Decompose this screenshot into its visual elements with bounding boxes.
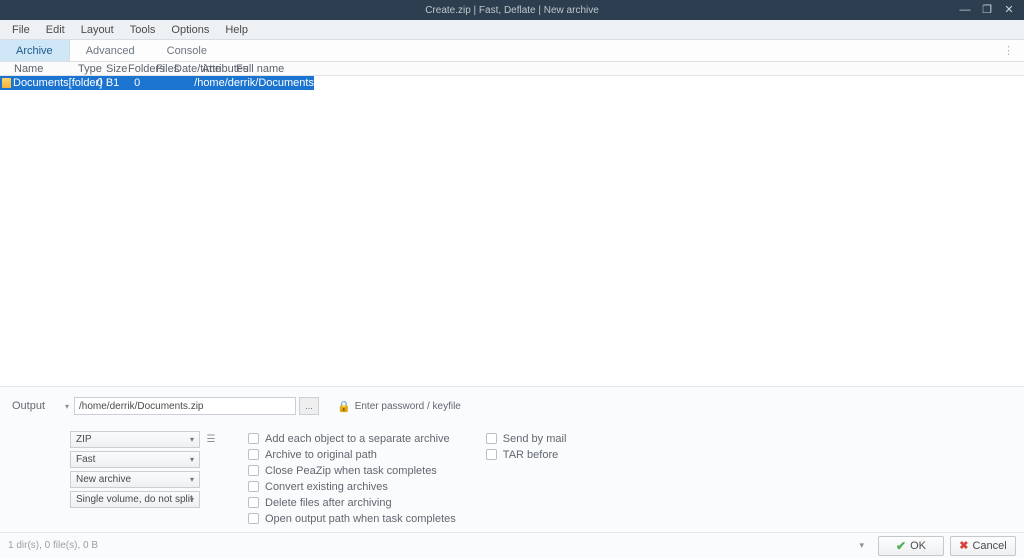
- format-controls: ZIP ☰ Fast New archive Single volume, do…: [70, 431, 218, 526]
- chk-send-by-mail[interactable]: Send by mail: [486, 431, 567, 446]
- chk-convert-existing[interactable]: Convert existing archives: [248, 479, 456, 494]
- tab-advanced[interactable]: Advanced: [70, 40, 151, 61]
- table-row[interactable]: Documents [folder] 0 B 1 0 /home/derrik/…: [0, 76, 314, 90]
- maximize-icon[interactable]: ❐: [980, 0, 994, 20]
- output-path-field[interactable]: /home/derrik/Documents.zip: [74, 397, 296, 415]
- col-folders[interactable]: Folders: [128, 63, 156, 75]
- col-fullname[interactable]: Full name: [236, 63, 1024, 75]
- menu-tools[interactable]: Tools: [122, 24, 164, 36]
- cell-folders: 1: [113, 77, 134, 89]
- format-filters-icon[interactable]: ☰: [204, 431, 218, 448]
- col-name[interactable]: Name: [14, 63, 78, 75]
- check-icon: ✔: [896, 539, 906, 553]
- close-icon[interactable]: ✕: [1002, 0, 1016, 20]
- password-label[interactable]: Enter password / keyfile: [355, 401, 461, 412]
- chk-original-path[interactable]: Archive to original path: [248, 447, 456, 462]
- output-dropdown-icon[interactable]: ▾: [60, 402, 74, 411]
- menu-layout[interactable]: Layout: [73, 24, 122, 36]
- chk-tar-before[interactable]: TAR before: [486, 447, 567, 462]
- checkbox-column-right: Send by mail TAR before: [486, 431, 567, 526]
- chk-open-output[interactable]: Open output path when task completes: [248, 511, 456, 526]
- cell-fullname: /home/derrik/Documents: [194, 77, 314, 89]
- level-select[interactable]: Fast: [70, 451, 200, 468]
- status-text: 1 dir(s), 0 file(s), 0 B: [8, 540, 98, 551]
- chk-separate-archives[interactable]: Add each object to a separate archive: [248, 431, 456, 446]
- col-size[interactable]: Size: [106, 63, 128, 75]
- cell-files: 0: [134, 77, 148, 89]
- menu-edit[interactable]: Edit: [38, 24, 73, 36]
- tab-strip: Archive Advanced Console ⋮: [0, 40, 1024, 62]
- cell-name: Documents: [13, 77, 69, 89]
- action-bar: 1 dir(s), 0 file(s), 0 B ▾ ✔OK ✖Cancel: [0, 532, 1024, 558]
- tab-overflow-icon[interactable]: ⋮: [993, 40, 1024, 61]
- mode-select[interactable]: New archive: [70, 471, 200, 488]
- split-select[interactable]: Single volume, do not split: [70, 491, 200, 508]
- ok-button[interactable]: ✔OK: [878, 536, 944, 556]
- menu-file[interactable]: File: [4, 24, 38, 36]
- checkbox-column-left: Add each object to a separate archive Ar…: [248, 431, 456, 526]
- col-attributes[interactable]: Attributes: [202, 63, 236, 75]
- output-label: Output: [12, 400, 60, 412]
- format-select[interactable]: ZIP: [70, 431, 200, 448]
- col-files[interactable]: Files: [156, 63, 174, 75]
- menu-bar: File Edit Layout Tools Options Help: [0, 20, 1024, 40]
- window-title: Create.zip | Fast, Deflate | New archive: [0, 5, 1024, 16]
- menu-help[interactable]: Help: [217, 24, 256, 36]
- col-datetime[interactable]: Date/time: [174, 63, 202, 75]
- chk-delete-after[interactable]: Delete files after archiving: [248, 495, 456, 510]
- menu-options[interactable]: Options: [163, 24, 217, 36]
- col-type[interactable]: Type: [78, 63, 106, 75]
- title-bar: Create.zip | Fast, Deflate | New archive…: [0, 0, 1024, 20]
- cancel-button[interactable]: ✖Cancel: [950, 536, 1016, 556]
- tab-archive[interactable]: Archive: [0, 40, 70, 61]
- action-menu-icon[interactable]: ▾: [851, 540, 872, 551]
- chk-close-on-complete[interactable]: Close PeaZip when task completes: [248, 463, 456, 478]
- window-controls: — ❐ ✕: [954, 0, 1020, 20]
- lock-icon[interactable]: 🔒: [337, 400, 351, 413]
- tab-console[interactable]: Console: [151, 40, 223, 61]
- browse-button[interactable]: ...: [299, 397, 319, 415]
- column-header: Name Type Size Folders Files Date/time A…: [0, 62, 1024, 76]
- cell-type: [folder]: [69, 77, 97, 89]
- folder-icon: [2, 78, 11, 88]
- options-panel: Output ▾ /home/derrik/Documents.zip ... …: [0, 386, 1024, 532]
- cell-size: 0 B: [97, 77, 114, 89]
- file-list[interactable]: Documents [folder] 0 B 1 0 /home/derrik/…: [0, 76, 1024, 386]
- minimize-icon[interactable]: —: [958, 0, 972, 20]
- cross-icon: ✖: [959, 539, 968, 552]
